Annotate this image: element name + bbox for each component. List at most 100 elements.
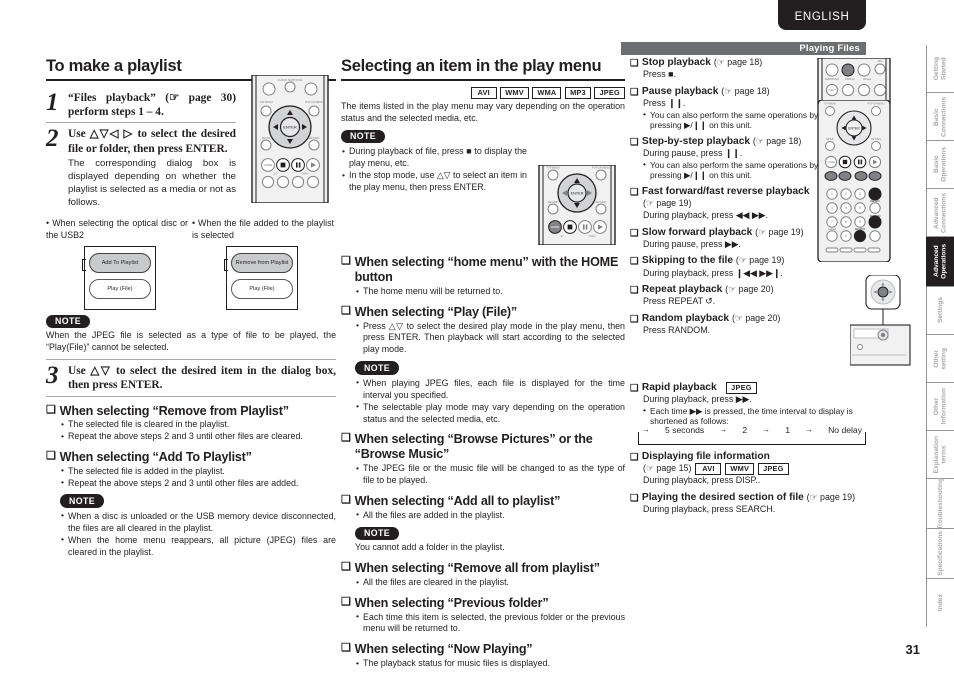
flow-value-3: No delay (828, 424, 862, 435)
step-1: 1 “Files playback” (☞ page 30) perform s… (46, 87, 236, 122)
svg-text:ENTER: ENTER (283, 125, 297, 130)
item-rapid-sub: During playback, press ▶▶. (643, 394, 752, 404)
format-chip-wma: WMA (532, 87, 562, 100)
svg-text:2: 2 (845, 192, 847, 196)
sidebar-tab-label: Index (936, 594, 944, 612)
list-item: All the files are cleared in the playlis… (355, 577, 625, 589)
manual-page: ENGLISH Playing Files To make a playlist… (0, 0, 954, 681)
sidebar-tab-settings[interactable]: Settings (926, 287, 954, 335)
sidebar-tab-label: Advanced Connections (932, 192, 948, 233)
dialog-box-remove-from-playlist: Remove from Playlist Play (File) (224, 245, 298, 310)
item-skip-heading: Skipping to the file (641, 255, 734, 267)
svg-text:CHAN: CHAN (302, 173, 309, 176)
mid-title-rule (341, 79, 625, 82)
svg-text:TOP MENU: TOP MENU (824, 103, 837, 106)
heading-play-file: ❏ When selecting “Play (File)” (341, 305, 625, 320)
sidebar-tab-advanced-connections[interactable]: Advanced Connections (926, 189, 954, 237)
list-item: Repeat the above steps 2 and 3 until oth… (60, 431, 336, 443)
step-3-number: 3 (46, 362, 59, 390)
note-badge-1: NOTE (46, 314, 91, 329)
sidebar-tab-other-setting[interactable]: Other setting (926, 335, 954, 383)
sidebar-tab-label: Getting Started (932, 56, 948, 81)
dialog-illustrations: Add To Playlist Play (File) Remove from … (82, 245, 336, 310)
format-chip-jpeg-fileinfo: JPEG (758, 463, 789, 476)
bullet-box-icon: ❏ (630, 381, 639, 393)
flow-value-0: 5 seconds (665, 424, 705, 435)
sidebar-tab-index[interactable]: Index (926, 579, 954, 627)
flow-value-2: 1 (785, 424, 790, 435)
format-chip-mp3: MP3 (564, 87, 591, 100)
sidebar-tab-label: Explanation terms (932, 435, 948, 474)
heading-home-menu-label: When selecting “home menu” with the HOME… (354, 255, 619, 285)
item-pause-playback: ❏ Pause playback (☞ page 18) Press ❙❙. Y… (630, 86, 826, 131)
dialog-option-other-right: Play (File) (231, 278, 293, 299)
sidebar-tab-specifications[interactable]: Specifications (926, 529, 954, 579)
list-item: During playback of file, press ■ to disp… (341, 146, 527, 170)
item-fileinfo-heading: Displaying file information (641, 450, 770, 462)
format-chips: AVI WMV WMA MP3 JPEG (341, 87, 625, 100)
svg-text:9: 9 (859, 220, 861, 224)
list-item: Repeat the above steps 2 and 3 until oth… (60, 477, 336, 490)
heading-home-menu: ❏ When selecting “home menu” with the HO… (341, 255, 625, 285)
remote-control-illustration-1: AUDIO SUBTITLE TOP MENU POP UP MENU ENTE… (244, 74, 336, 208)
dialog-captions: • When selecting the optical disc or the… (46, 218, 336, 242)
item-stop-playback: ❏ Stop playback (☞ page 18) Press ■. (630, 57, 826, 81)
list-item: All the files are added in the playlist. (355, 509, 625, 522)
svg-text:7: 7 (831, 220, 833, 224)
sidebar-tab-getting-started[interactable]: Getting Started (926, 45, 954, 93)
bullet-box-icon: ❏ (630, 255, 639, 267)
list-remove-from-playlist: The selected file is cleared in the play… (60, 419, 336, 443)
list-item: Each time ▶▶ is pressed, the time interv… (643, 405, 879, 427)
sidebar-tab-explanation-terms[interactable]: Explanation terms (926, 431, 954, 479)
item-random-sub: Press RANDOM. (643, 325, 711, 336)
list-item: You can also perform the same operations… (643, 159, 826, 181)
item-displaying-file-information: ❏ Displaying file information (☞ page 15… (630, 451, 880, 487)
sidebar-tab-troubleshooting[interactable]: Troubleshooting (926, 478, 954, 529)
step-2-number: 2 (46, 125, 59, 153)
left-column: To make a playlist AUDIO SUBTITLE TOP ME… (46, 57, 336, 559)
sidebar-tab-basic-operations[interactable]: Basic Operations (926, 141, 954, 189)
heading-now-playing: ❏ When selecting “Now Playing” (341, 642, 625, 657)
remote-control-illustration-4: TOP MENU POP UP MENU ENTER SETUP RETURN … (812, 99, 896, 267)
heading-remove-all-label: When selecting “Remove all from playlist… (354, 561, 600, 576)
bullet-box-icon: ❏ (341, 304, 351, 317)
step-3-text: Use △▽ to select the desired item in the… (68, 365, 336, 392)
svg-text:DISPLAY: DISPLAY (845, 78, 855, 81)
item-repeat-playback: ❏ Repeat playback (☞ page 20) Press REPE… (630, 284, 826, 308)
sidebar-tab-basic-connections[interactable]: Basic Connections (926, 93, 954, 141)
item-random-playback: ❏ Random playback (☞ page 20) Press RAND… (630, 313, 826, 337)
heading-add-to-playlist: ❏ When selecting “Add To Playlist” (46, 450, 336, 465)
svg-text:ENTER: ENTER (571, 192, 584, 196)
svg-text:6: 6 (859, 206, 861, 210)
sidebar-tab-label: Other setting (932, 347, 948, 370)
list-item: When playing JPEG files, each file is di… (355, 377, 625, 402)
step-2: 2 Use △▽◁ ▷ to select the desired file o… (46, 123, 236, 212)
language-tab: ENGLISH (778, 0, 866, 30)
mid-note-list-1: During playback of file, press ■ to disp… (341, 146, 527, 194)
item-section-heading: Playing the desired section of file (641, 491, 804, 503)
item-repeat-pageref: (☞ page 20) (725, 284, 774, 295)
item-rapid-playback: ❏ Rapid playback JPEG During playback, p… (630, 381, 880, 445)
svg-text:HOME: HOME (827, 160, 835, 164)
bullet-box-icon: ❏ (341, 432, 351, 445)
rapid-interval-flow: → 5 seconds → 2 → 1 → No delay (638, 424, 866, 445)
heading-add-all-label: When selecting “Add all to playlist” (354, 493, 561, 508)
svg-text:3: 3 (859, 192, 861, 196)
item-playing-desired-section: ❏ Playing the desired section of file (☞… (630, 492, 880, 516)
list-item: In the stop mode, use △▽ to select an it… (341, 170, 527, 194)
mid-intro-text: The items listed in the play menu may va… (341, 101, 625, 123)
list-play-file: Press △▽ to select the desired play mode… (355, 320, 625, 356)
item-ff-sub: During playback, press ◀◀ ▶▶. (643, 209, 768, 220)
list-home-menu: The home menu will be returned to. (355, 286, 625, 298)
svg-text:DIM: DIM (878, 59, 883, 63)
step-2-text: Use △▽◁ ▷ to select the desired file or … (68, 128, 236, 155)
item-section-sub: During playback, press SEARCH. (643, 503, 776, 514)
heading-remove-from-playlist: ❏ When selecting “Remove from Playlist” (46, 404, 336, 419)
bullet-box-icon: ❏ (341, 255, 351, 268)
list-browse-pictures: The JPEG file or the music file will be … (355, 463, 625, 487)
step-2-subtext: The corresponding dialog box is displaye… (68, 157, 236, 208)
svg-text:RANDOM: RANDOM (870, 215, 881, 218)
list-item: The JPEG file or the music file will be … (355, 463, 625, 487)
sidebar-tab-advanced-operations[interactable]: Advanced Operations (926, 237, 954, 287)
sidebar-tab-other-information[interactable]: Other Information (926, 383, 954, 431)
